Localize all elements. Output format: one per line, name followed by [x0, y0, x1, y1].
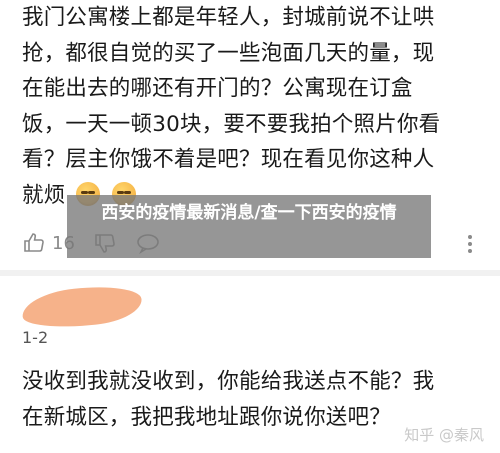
comment-line: 就烦: [22, 182, 66, 208]
watermark-text: 知乎 @秦风: [404, 426, 484, 444]
comment-index: 1-2: [22, 328, 49, 347]
comment-line: 我门公寓楼上都是年轻人，封城前说不让哄: [22, 5, 435, 30]
comment-line: 饭，一天一顿30块，要不要我拍个照片你看: [22, 111, 441, 137]
watermark: 知乎 @秦风: [404, 424, 484, 445]
section-divider: [0, 270, 500, 276]
comment-line: 看？层主你饿不着是吧？现在看见你这种人: [22, 147, 435, 172]
title-overlay-banner: 西安的疫情最新消息/查一下西安的疫情: [67, 195, 431, 258]
thumbs-up-icon: [24, 233, 44, 252]
redacted-username-mark: [20, 281, 144, 333]
comment-line: 在能出去的哪还有开门的？公寓现在订盒: [22, 76, 413, 101]
comment-line: 抢，都很自觉的买了一些泡面几天的量，现: [22, 40, 435, 66]
more-vertical-icon[interactable]: [466, 232, 474, 256]
comment-text-1: 我门公寓楼上都是年轻人，封城前说不让哄 抢，都很自觉的买了一些泡面几天的量，现 …: [22, 0, 482, 213]
overlay-title: 西安的疫情最新消息/查一下西安的疫情: [101, 203, 397, 223]
comment-line: 没收到我就没收到，你能给我送点不能？我: [22, 369, 435, 394]
